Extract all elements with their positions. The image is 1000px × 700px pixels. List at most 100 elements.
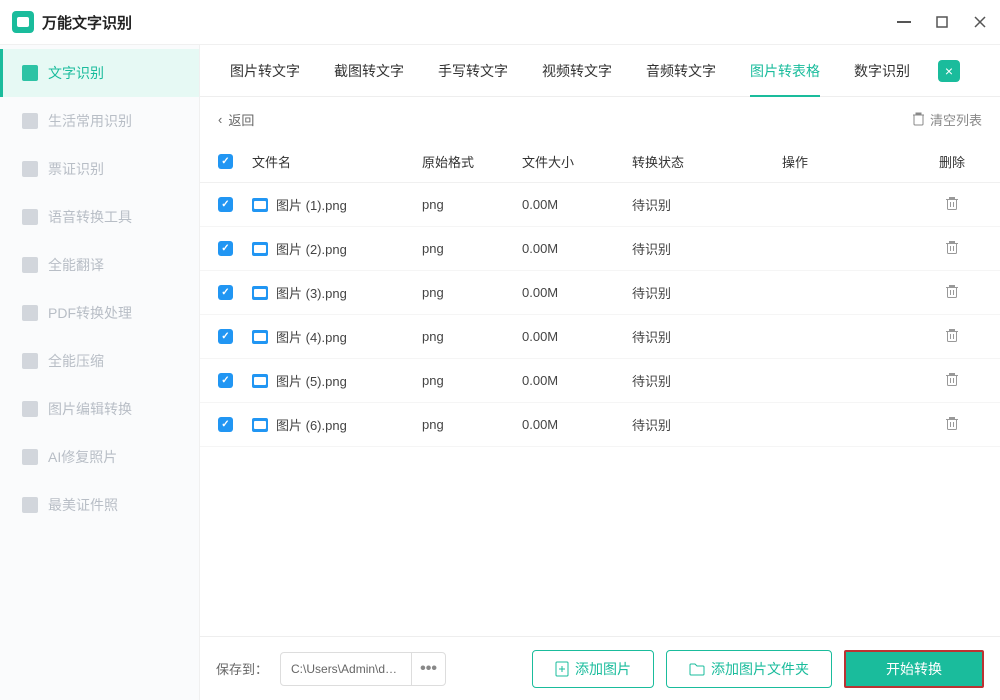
sidebar-icon — [22, 113, 38, 129]
image-file-icon — [252, 374, 268, 388]
close-button[interactable] — [972, 14, 988, 30]
back-button[interactable]: ‹ 返回 — [218, 110, 254, 129]
file-list: 图片 (1).pngpng0.00M待识别图片 (2).pngpng0.00M待… — [200, 183, 1000, 447]
select-all-checkbox[interactable] — [218, 154, 233, 169]
file-status: 待识别 — [632, 415, 782, 434]
row-checkbox[interactable] — [218, 241, 233, 256]
col-status: 转换状态 — [632, 152, 782, 171]
sidebar-item-label: 最美证件照 — [48, 495, 118, 515]
sidebar-item-8[interactable]: AI修复照片 — [0, 433, 199, 481]
sidebar-icon — [22, 161, 38, 177]
tab-2[interactable]: 手写转文字 — [424, 45, 522, 97]
image-file-icon — [252, 418, 268, 432]
delete-row-button[interactable] — [922, 416, 982, 431]
add-folder-button[interactable]: 添加图片文件夹 — [666, 650, 832, 688]
sidebar-icon — [22, 401, 38, 417]
sidebar-item-label: 生活常用识别 — [48, 111, 132, 131]
table-row: 图片 (6).png png0.00M待识别 — [200, 403, 1000, 447]
tab-6[interactable]: 数字识别 — [840, 45, 924, 97]
file-format: png — [422, 417, 522, 432]
tab-5[interactable]: 图片转表格 — [736, 45, 834, 97]
back-label: 返回 — [228, 110, 254, 129]
file-name: 图片 (1).png — [276, 195, 347, 214]
minimize-button[interactable] — [896, 14, 912, 30]
file-name: 图片 (3).png — [276, 283, 347, 302]
file-format: png — [422, 241, 522, 256]
tab-3[interactable]: 视频转文字 — [528, 45, 626, 97]
sidebar-item-3[interactable]: 语音转换工具 — [0, 193, 199, 241]
clear-list-button[interactable]: 清空列表 — [912, 110, 982, 129]
sidebar-item-label: AI修复照片 — [48, 447, 117, 467]
sidebar-item-label: 图片编辑转换 — [48, 399, 132, 419]
sidebar-item-label: 文字识别 — [48, 63, 104, 83]
sidebar-item-label: 语音转换工具 — [48, 207, 132, 227]
file-status: 待识别 — [632, 327, 782, 346]
col-filename: 文件名 — [252, 152, 422, 171]
maximize-button[interactable] — [934, 14, 950, 30]
save-path-text: C:\Users\Admin\deskt... — [281, 662, 411, 676]
file-size: 0.00M — [522, 373, 632, 388]
row-checkbox[interactable] — [218, 197, 233, 212]
sidebar-icon — [22, 257, 38, 273]
file-size: 0.00M — [522, 417, 632, 432]
tab-4[interactable]: 音频转文字 — [632, 45, 730, 97]
sidebar-item-9[interactable]: 最美证件照 — [0, 481, 199, 529]
table-header: 文件名 原始格式 文件大小 转换状态 操作 删除 — [200, 141, 1000, 183]
file-name: 图片 (6).png — [276, 415, 347, 434]
sidebar-item-6[interactable]: 全能压缩 — [0, 337, 199, 385]
toolbar: ‹ 返回 清空列表 — [200, 97, 1000, 141]
table-row: 图片 (2).png png0.00M待识别 — [200, 227, 1000, 271]
browse-path-button[interactable]: ••• — [411, 652, 445, 686]
row-checkbox[interactable] — [218, 285, 233, 300]
table-row: 图片 (5).pngpng0.00M待识别 — [200, 359, 1000, 403]
image-file-icon — [252, 198, 268, 212]
save-to-label: 保存到： — [216, 659, 268, 678]
image-file-icon — [252, 286, 268, 300]
chevron-left-icon: ‹ — [218, 112, 222, 127]
file-size: 0.00M — [522, 241, 632, 256]
sidebar-item-7[interactable]: 图片编辑转换 — [0, 385, 199, 433]
delete-row-button[interactable] — [922, 196, 982, 211]
sidebar-icon — [22, 65, 38, 81]
file-format: png — [422, 197, 522, 212]
image-file-icon — [252, 242, 268, 256]
col-delete: 删除 — [922, 152, 982, 171]
sidebar-item-4[interactable]: 全能翻译 — [0, 241, 199, 289]
col-format: 原始格式 — [422, 152, 522, 171]
sidebar-item-5[interactable]: PDF转换处理 — [0, 289, 199, 337]
delete-row-button[interactable] — [922, 284, 982, 299]
title-bar: 万能文字识别 — [0, 0, 1000, 45]
tab-close-button[interactable]: × — [938, 60, 960, 82]
file-format: png — [422, 373, 522, 388]
sidebar-item-1[interactable]: 生活常用识别 — [0, 97, 199, 145]
file-name: 图片 (2).png — [276, 239, 347, 258]
delete-row-button[interactable] — [922, 372, 982, 387]
file-size: 0.00M — [522, 329, 632, 344]
delete-row-button[interactable] — [922, 240, 982, 255]
app-logo-icon — [12, 11, 34, 33]
file-name: 图片 (5).png — [276, 371, 347, 390]
table-row: 图片 (1).png png0.00M待识别 — [200, 183, 1000, 227]
start-convert-button[interactable]: 开始转换 — [844, 650, 984, 688]
sidebar-item-label: 全能压缩 — [48, 351, 104, 371]
tab-0[interactable]: 图片转文字 — [216, 45, 314, 97]
file-size: 0.00M — [522, 197, 632, 212]
app-title: 万能文字识别 — [42, 12, 132, 33]
sidebar-icon — [22, 353, 38, 369]
sidebar: 文字识别生活常用识别票证识别语音转换工具全能翻译 PDF转换处理全能压缩图片编辑转… — [0, 45, 200, 700]
sidebar-item-label: 全能翻译 — [48, 255, 104, 275]
delete-row-button[interactable] — [922, 328, 982, 343]
file-size: 0.00M — [522, 285, 632, 300]
tab-1[interactable]: 截图转文字 — [320, 45, 418, 97]
file-status: 待识别 — [632, 239, 782, 258]
add-image-button[interactable]: 添加图片 — [532, 650, 654, 688]
file-status: 待识别 — [632, 195, 782, 214]
sidebar-item-2[interactable]: 票证识别 — [0, 145, 199, 193]
row-checkbox[interactable] — [218, 373, 233, 388]
col-size: 文件大小 — [522, 152, 632, 171]
clear-label: 清空列表 — [930, 110, 982, 129]
sidebar-icon — [22, 449, 38, 465]
row-checkbox[interactable] — [218, 329, 233, 344]
row-checkbox[interactable] — [218, 417, 233, 432]
sidebar-item-0[interactable]: 文字识别 — [0, 49, 199, 97]
